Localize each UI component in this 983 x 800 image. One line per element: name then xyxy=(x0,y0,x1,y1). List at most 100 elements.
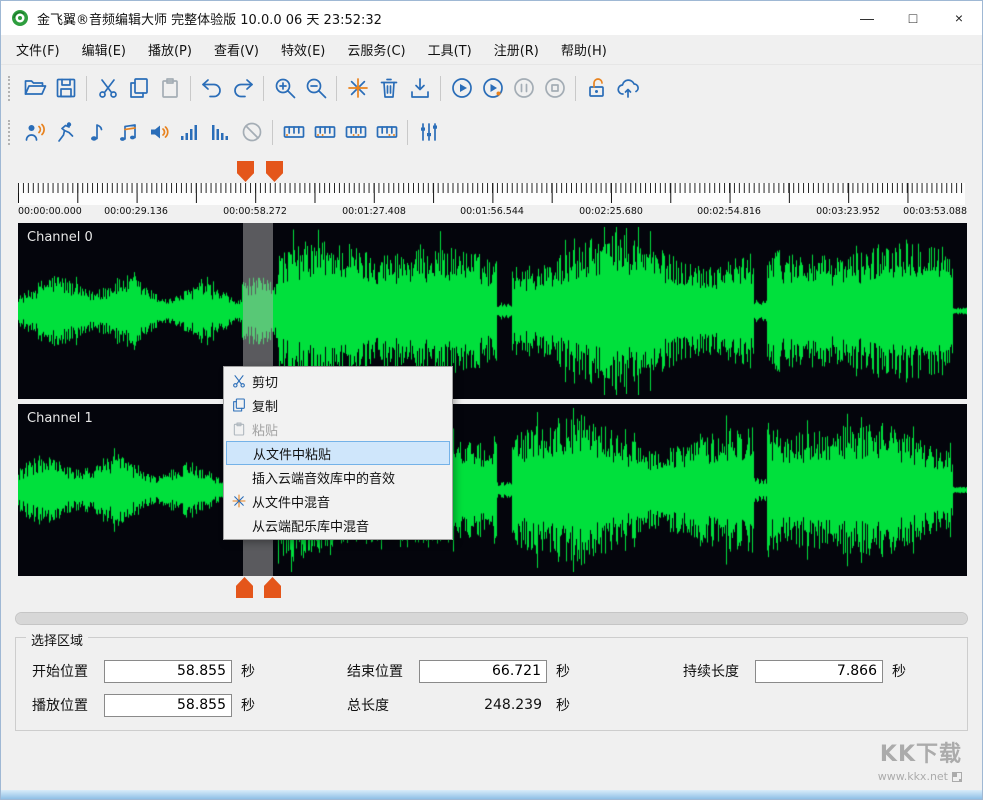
ruler-label: 00:01:56.544 xyxy=(460,206,524,217)
ruler-label: 00:01:27.408 xyxy=(342,206,406,217)
context-menu-item-mix-from-cloud[interactable]: 从云端配乐库中混音 xyxy=(226,513,450,537)
copy-button[interactable] xyxy=(123,73,154,104)
zoom-out-button[interactable] xyxy=(300,73,331,104)
voice-person-icon xyxy=(23,120,47,144)
ruler-label: 00:03:53.088 xyxy=(903,206,967,217)
runner-icon xyxy=(54,120,78,144)
selection-row-2: 播放位置 秒 总长度 248.239 秒 xyxy=(16,688,967,722)
mute-button[interactable] xyxy=(236,117,267,148)
lock-button[interactable] xyxy=(581,73,612,104)
channel-1-waveform[interactable] xyxy=(18,404,967,576)
context-menu-item-insert-cloud-sfx[interactable]: 插入云端音效库中的音效 xyxy=(226,465,450,489)
speaker-icon xyxy=(147,120,171,144)
menu-item-effects[interactable]: 特效(E) xyxy=(270,35,336,64)
play-selection-icon xyxy=(481,76,505,100)
undo-button[interactable] xyxy=(196,73,227,104)
app-window: 金飞翼®音频编辑大师 完整体验版 10.0.0 06 天 23:52:32 — … xyxy=(0,0,983,800)
ruler-label: 00:02:25.680 xyxy=(579,206,643,217)
selection-start-marker-bottom[interactable] xyxy=(236,577,253,598)
mixer-button[interactable] xyxy=(413,117,444,148)
ruler-label: 00:00:58.272 xyxy=(223,206,287,217)
paste-icon xyxy=(226,421,252,437)
midi-2-button[interactable] xyxy=(309,117,340,148)
context-menu-item-paste[interactable]: 粘贴 xyxy=(226,417,450,441)
watermark: KK下载 www.kkx.net xyxy=(878,736,962,783)
delete-button[interactable] xyxy=(373,73,404,104)
close-button[interactable]: × xyxy=(936,1,982,35)
tempo-button[interactable] xyxy=(50,117,81,148)
duration-unit-label: 秒 xyxy=(892,661,914,681)
duration-input[interactable] xyxy=(755,660,883,683)
pause-button[interactable] xyxy=(508,73,539,104)
export-button[interactable] xyxy=(404,73,435,104)
channel-1-label: Channel 1 xyxy=(27,411,93,426)
bars-up-icon xyxy=(178,120,202,144)
selection-end-marker[interactable] xyxy=(266,161,283,182)
menu-item-tools[interactable]: 工具(T) xyxy=(417,35,483,64)
open-file-button[interactable] xyxy=(19,73,50,104)
midi-1-button[interactable] xyxy=(278,117,309,148)
selection-start-marker[interactable] xyxy=(237,161,254,182)
save-file-button[interactable] xyxy=(50,73,81,104)
window-title: 金飞翼®音频编辑大师 完整体验版 10.0.0 06 天 23:52:32 xyxy=(37,9,844,28)
mix-icon xyxy=(226,493,252,509)
mix-button[interactable] xyxy=(342,73,373,104)
menu-item-cloud[interactable]: 云服务(C) xyxy=(336,35,416,64)
context-menu-item-mix-from-file[interactable]: 从文件中混音 xyxy=(226,489,450,513)
volume-button[interactable] xyxy=(143,117,174,148)
play-selection-button[interactable] xyxy=(477,73,508,104)
end-position-input[interactable] xyxy=(419,660,547,683)
fade-out-button[interactable] xyxy=(205,117,236,148)
menu-item-help[interactable]: 帮助(H) xyxy=(550,35,618,64)
cut-button[interactable] xyxy=(92,73,123,104)
notes-button[interactable] xyxy=(112,117,143,148)
zoom-in-button[interactable] xyxy=(269,73,300,104)
menu-item-view[interactable]: 查看(V) xyxy=(203,35,270,64)
midi-4-button[interactable] xyxy=(371,117,402,148)
music-notes-icon xyxy=(116,120,140,144)
grid-icon xyxy=(952,772,962,782)
start-position-input[interactable] xyxy=(104,660,232,683)
cut-icon xyxy=(96,76,120,100)
note-button[interactable] xyxy=(81,117,112,148)
ruler-label: 00:00:29.136 xyxy=(104,206,168,217)
cloud-upload-button[interactable] xyxy=(612,73,643,104)
scrollbar-thumb[interactable] xyxy=(16,613,967,624)
play-icon xyxy=(450,76,474,100)
channel-1[interactable]: Channel 1 xyxy=(18,404,965,576)
waveform-area: Channel 0 Channel 1 xyxy=(18,223,965,576)
menu-item-register[interactable]: 注册(R) xyxy=(483,35,550,64)
start-position-label: 开始位置 xyxy=(32,661,104,681)
open-file-icon xyxy=(23,76,47,100)
context-menu-item-copy[interactable]: 复制 xyxy=(226,393,450,417)
top-marker-strip xyxy=(1,153,982,183)
redo-button[interactable] xyxy=(227,73,258,104)
horizontal-scrollbar[interactable] xyxy=(15,612,968,625)
mix-icon xyxy=(346,76,370,100)
watermark-url: www.kkx.net xyxy=(878,770,948,783)
stop-button[interactable] xyxy=(539,73,570,104)
context-menu-item-cut[interactable]: 剪切 xyxy=(226,369,450,393)
fade-in-button[interactable] xyxy=(174,117,205,148)
menu-item-play[interactable]: 播放(P) xyxy=(137,35,203,64)
menu-bar: 文件(F) 编辑(E) 播放(P) 查看(V) 特效(E) 云服务(C) 工具(… xyxy=(1,35,982,65)
play-position-input[interactable] xyxy=(104,694,232,717)
channel-0-label: Channel 0 xyxy=(27,230,93,245)
channel-0[interactable]: Channel 0 xyxy=(18,223,965,399)
menu-item-file[interactable]: 文件(F) xyxy=(5,35,71,64)
maximize-button[interactable]: □ xyxy=(890,1,936,35)
menu-item-edit[interactable]: 编辑(E) xyxy=(71,35,137,64)
play-button[interactable] xyxy=(446,73,477,104)
minimize-button[interactable]: — xyxy=(844,1,890,35)
context-menu-item-paste-from-file[interactable]: 从文件中粘贴 xyxy=(226,441,450,465)
stop-icon xyxy=(543,76,567,100)
channel-0-waveform[interactable] xyxy=(18,223,967,399)
timeline-ruler[interactable]: 00:00:00.000 00:00:29.136 00:00:58.272 0… xyxy=(18,183,965,219)
paste-icon xyxy=(158,76,182,100)
ruler-ticks[interactable] xyxy=(18,183,965,205)
midi-3-button[interactable] xyxy=(340,117,371,148)
selection-end-marker-bottom[interactable] xyxy=(264,577,281,598)
ruler-label: 00:03:23.952 xyxy=(816,206,880,217)
voice-button[interactable] xyxy=(19,117,50,148)
paste-button[interactable] xyxy=(154,73,185,104)
